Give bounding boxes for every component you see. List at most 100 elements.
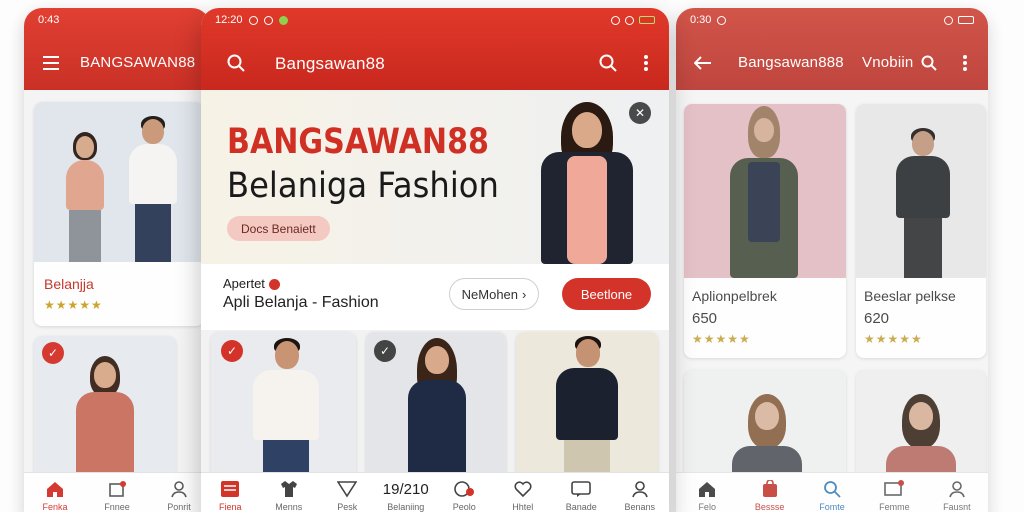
product-card[interactable]: ✓ [366, 332, 506, 482]
app-bar: 0:43 BANGSAWAN88 [24, 8, 210, 90]
heart-icon [514, 479, 532, 499]
search-icon[interactable] [918, 52, 940, 74]
nav-label: Ponrit [167, 502, 191, 512]
model-figure [251, 338, 321, 482]
nav-label: Fiena [218, 502, 242, 512]
nav-item-heart[interactable]: Hhtel [494, 473, 553, 512]
nav-label: Pesk [337, 502, 358, 512]
wifi-icon [944, 15, 953, 25]
product-card[interactable]: Belanjja ★★★★★ [34, 102, 204, 326]
secondary-button[interactable]: NeMohen › [449, 278, 539, 310]
nav-label: Belaniing [387, 502, 425, 512]
model-figure [126, 116, 180, 262]
nav-item-cart[interactable]: Femme [863, 473, 925, 512]
app-title: Bangsawan888 [738, 54, 844, 71]
info-row: Apertet Apli Belanja - Fashion NeMohen ›… [201, 264, 669, 330]
nav-label: Fnnee [104, 502, 130, 512]
profile-icon [631, 479, 649, 499]
nav-item-bag[interactable]: Bessse [738, 473, 800, 512]
home-icon [698, 479, 716, 499]
nav-item-profile[interactable]: Fausnt [926, 473, 988, 512]
more-options-icon[interactable] [954, 52, 976, 74]
content: BANGSAWAN88 Belaniga Fashion Docs Benaie… [201, 90, 669, 512]
content: Aplionpelbrek 650 ★★★★★ Beeslar pelkse 6… [676, 90, 988, 512]
status-time: 0:30 [690, 14, 712, 26]
shirt-icon [280, 479, 298, 499]
product-card[interactable]: Aplionpelbrek 650 ★★★★★ [684, 104, 846, 358]
home-icon [46, 479, 64, 499]
nav-item-shop[interactable]: Fiena [201, 473, 260, 512]
nav-label: Bessse [754, 502, 785, 512]
nav-label: Benans [624, 502, 656, 512]
model-figure [892, 128, 954, 278]
product-name: Beeslar pelkse [864, 288, 956, 304]
bottom-nav: Fenka Fnnee Ponrit [24, 472, 210, 512]
nav-label: Banade [565, 502, 597, 512]
nav-item-tag[interactable]: Pesk [318, 473, 377, 512]
product-photo [684, 104, 846, 278]
screenshot-stage: 0:43 BANGSAWAN88 Belanjja ★★★★★ ✓ Fenka … [0, 0, 1024, 512]
app-notification-icon [278, 15, 288, 25]
nav-item-cart[interactable]: Peolo [435, 473, 494, 512]
alert-dot-icon [268, 279, 280, 291]
close-icon[interactable]: ✕ [629, 102, 651, 124]
nav-item-home[interactable]: Fenka [24, 473, 86, 512]
nav-item-search[interactable]: Fomte [801, 473, 863, 512]
profile-icon [948, 479, 966, 499]
signal-icon [611, 15, 620, 25]
chevron-right-icon: › [522, 286, 527, 302]
notification-icon [263, 15, 273, 25]
battery-icon [639, 16, 655, 24]
model-figure [724, 106, 804, 278]
bottom-nav: Fiena Menns Pesk 19/210 Belaniing Peolo … [201, 472, 669, 512]
primary-button[interactable]: Beetlone [562, 278, 651, 310]
status-bar: 0:43 [24, 8, 210, 32]
nav-item-bag[interactable]: Fnnee [86, 473, 148, 512]
status-icons [944, 15, 974, 25]
product-card[interactable]: Beeslar pelkse 620 ★★★★★ [856, 104, 986, 358]
info-small-label: Apertet [223, 276, 280, 291]
product-price: 620 [864, 310, 890, 327]
model-figure [552, 336, 622, 482]
content: Belanjja ★★★★★ ✓ [24, 90, 210, 512]
counter-value: 19/210 [382, 480, 429, 498]
hero-cta-button[interactable]: Docs Benaiett [227, 216, 330, 241]
chat-icon [571, 479, 592, 499]
shop-icon [220, 479, 240, 499]
back-arrow-icon[interactable] [692, 52, 714, 74]
cart-icon [884, 479, 905, 499]
profile-icon [170, 479, 188, 499]
rating-stars: ★★★★★ [44, 298, 103, 312]
hero-brand: BANGSAWAN88 [227, 122, 489, 162]
bag-icon [108, 479, 126, 499]
more-options-icon[interactable] [635, 52, 657, 74]
product-name: Aplionpelbrek [692, 288, 777, 304]
nav-item-counter[interactable]: 19/210 Belaniing [377, 473, 436, 512]
left-phone-screen: 0:43 BANGSAWAN88 Belanjja ★★★★★ ✓ Fenka … [24, 8, 210, 512]
info-small-text: Apertet [223, 276, 265, 291]
nav-item-profile[interactable]: Benans [611, 473, 670, 512]
product-card[interactable]: ✓ [211, 332, 356, 482]
nav-item-chat[interactable]: Banade [552, 473, 611, 512]
check-icon[interactable]: ✓ [374, 340, 396, 362]
model-figure [402, 338, 472, 482]
info-main-label: Apli Belanja - Fashion [223, 294, 379, 311]
wifi-icon [625, 15, 634, 25]
bag-icon [761, 479, 779, 499]
check-icon[interactable]: ✓ [42, 342, 64, 364]
notification-icon [717, 15, 727, 25]
search-icon[interactable] [597, 52, 619, 74]
product-card[interactable] [516, 332, 658, 482]
app-title: Bangsawan88 [275, 54, 385, 73]
model-figure [62, 132, 108, 262]
nav-item-home[interactable]: Felo [676, 473, 738, 512]
status-time: 0:43 [38, 14, 60, 26]
product-price: 650 [692, 310, 718, 327]
menu-icon[interactable] [40, 52, 62, 74]
nav-label: Menns [275, 502, 303, 512]
nav-item-shirt[interactable]: Menns [260, 473, 319, 512]
search-icon[interactable] [225, 52, 247, 74]
cart-icon [453, 479, 475, 499]
check-icon[interactable]: ✓ [221, 340, 243, 362]
nav-label: Fenka [42, 502, 68, 512]
